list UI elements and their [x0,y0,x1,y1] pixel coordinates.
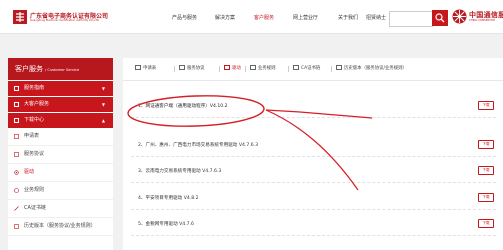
tab-drivers[interactable]: 驱动 [224,65,241,75]
sidebar-item-label: 业务规则 [24,187,45,193]
sidebar-item-drivers[interactable]: 驱动 [8,164,113,182]
site-header: 广东省电子商务认证有限公司 Guangdong Electronic Certi… [0,0,503,34]
search-input[interactable] [389,11,433,27]
chevron-down-icon: ▼ [101,86,105,91]
tab-divider [174,66,175,72]
sidebar-item-history-versions[interactable]: 历史版本（服务协议/业务规则） [8,218,113,236]
form-icon [14,134,19,139]
sidebar-item-label: CA证书链 [24,205,46,211]
sidebar-item-label: 驱动 [24,169,35,175]
company-logo-icon [13,10,27,24]
gear-icon [14,170,19,175]
chevron-down-icon: ▼ [101,102,105,107]
sidebar-item-label: 申请表 [24,133,40,139]
sidebar: 客户服务 / Customer Service 服务指南 ▼ 大客户服务 ▼ 下载… [8,58,113,250]
driver-row: 2、广州、惠州、广西电力市场交易系统专用驱动 V4.7.6.3 下载 [131,135,496,157]
sidebar-group-label: 大客户服务 [24,101,50,107]
document-icon [14,152,19,157]
tab-label: 业务规则 [258,66,276,71]
sidebar-item-ca-chain[interactable]: CA证书链 [8,200,113,218]
search-icon [435,13,445,23]
download-button[interactable]: 下载 [478,140,494,149]
sidebar-group-service-guide[interactable]: 服务指南 ▼ [8,81,113,96]
download-icon [14,118,19,123]
driver-row: 4、平安项目专用驱动 V4.8.2 下载 [131,188,496,210]
history-icon [14,224,19,229]
main-content: 申请表 服务协议 驱动 业务规则 CA证书链 历史版本（服务协议/业务规则） 1… [123,58,503,250]
sidebar-item-business-rules[interactable]: 业务规则 [8,182,113,200]
tab-divider [245,66,246,72]
tab-label: 驱动 [232,66,241,71]
sidebar-title: 客户服务 / Customer Service [8,58,113,80]
nav-online-hall[interactable]: 网上营业厅 [293,14,318,21]
history-icon [336,65,342,70]
partner-logo-icon [452,9,467,24]
tab-service-agreement[interactable]: 服务协议 [179,65,205,75]
book-icon [14,86,19,91]
tab-business-rules[interactable]: 业务规则 [250,65,276,75]
document-icon [179,65,185,70]
tab-divider [219,66,220,72]
download-button[interactable]: 下载 [478,193,494,202]
company-name-en: Guangdong Electronic Certification Autho… [30,19,100,22]
sidebar-title-en: / Customer Service [45,68,80,72]
rules-icon [14,188,19,193]
gear-icon [224,65,230,70]
partner-logo: 中国通信服务 CHINA COMSERVICE [452,9,503,25]
driver-name[interactable]: 2、广州、惠州、广西电力市场交易系统专用驱动 V4.7.6.3 [138,142,258,148]
driver-name[interactable]: 1、网证通客户端（通用驱动程序）V4.10.2 [138,103,228,109]
tab-divider [288,66,289,72]
search-button[interactable] [432,10,448,26]
nav-about-us[interactable]: 关于我们 [338,14,358,21]
driver-name[interactable]: 4、平安项目专用驱动 V4.8.2 [138,195,199,201]
company-logo[interactable]: 广东省电子商务认证有限公司 Guangdong Electronic Certi… [13,9,173,25]
driver-name[interactable]: 3、云南电力交易系统专用驱动 V4.7.6.3 [138,168,221,174]
users-icon [14,102,19,107]
sidebar-item-label: 服务协议 [24,151,45,157]
sidebar-group-label: 服务指南 [24,85,45,91]
driver-row: 1、网证通客户端（通用驱动程序）V4.10.2 下载 [131,96,496,118]
tab-bar: 申请表 服务协议 驱动 业务规则 CA证书链 历史版本（服务协议/业务规则） [123,58,503,81]
download-button[interactable]: 下载 [478,219,494,228]
driver-name[interactable]: 5、金税网专用驱动 V4.7.6 [138,221,194,227]
sidebar-item-label: 历史版本（服务协议/业务规则） [24,223,96,229]
nav-products[interactable]: 产品与服务 [172,14,197,21]
partner-name-en: CHINA COMSERVICE [469,19,496,22]
sidebar-group-download-center[interactable]: 下载中心 ▲ [8,113,113,128]
driver-row: 3、云南电力交易系统专用驱动 V4.7.6.3 下载 [131,161,496,183]
tab-history-versions[interactable]: 历史版本（服务协议/业务规则） [336,65,407,75]
rules-icon [250,65,256,70]
sidebar-item-application-form[interactable]: 申请表 [8,128,113,146]
tab-ca-chain[interactable]: CA证书链 [293,65,320,75]
nav-solutions[interactable]: 解决方案 [215,14,235,21]
driver-row: 5、金税网专用驱动 V4.7.6 下载 [131,214,496,236]
tab-divider [331,66,332,72]
tab-label: CA证书链 [301,66,321,71]
tab-label: 服务协议 [187,66,205,71]
link-icon [293,65,299,70]
nav-customer-service[interactable]: 客户服务 [254,14,274,21]
chevron-up-icon: ▲ [101,118,105,123]
sidebar-group-label: 下载中心 [24,117,45,123]
tab-application-form[interactable]: 申请表 [135,65,156,75]
sidebar-group-key-accounts[interactable]: 大客户服务 ▼ [8,97,113,112]
nav-careers[interactable]: 招贤纳士 [366,14,386,21]
sidebar-title-cn: 客户服务 [15,65,43,73]
form-icon [135,65,141,70]
download-button[interactable]: 下载 [478,101,494,110]
download-button[interactable]: 下载 [478,166,494,175]
link-icon [14,206,19,211]
sidebar-item-service-agreement[interactable]: 服务协议 [8,146,113,164]
tab-label: 申请表 [143,66,157,71]
tab-label: 历史版本（服务协议/业务规则） [344,66,407,71]
